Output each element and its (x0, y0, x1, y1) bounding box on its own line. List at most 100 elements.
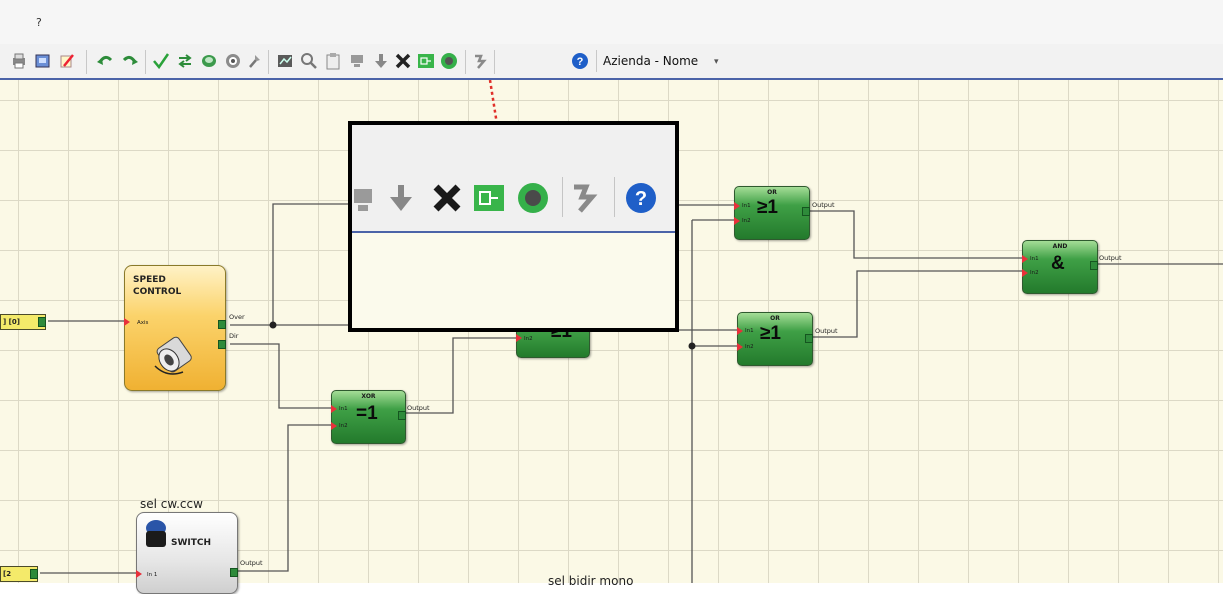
delete-icon[interactable] (394, 52, 412, 70)
speed-control-block[interactable]: SPEED CONTROL Axis (124, 265, 226, 391)
pin-axis-label: Axis (137, 320, 149, 326)
pin-output[interactable] (805, 334, 813, 343)
pin-in1[interactable] (734, 202, 740, 210)
pin-in1-label: In1 (742, 203, 751, 209)
or2-output-label: Output (815, 327, 838, 335)
pin-in2-label: In2 (745, 344, 754, 350)
axis-input-chip[interactable]: ] [0] (0, 314, 46, 330)
pin-in2[interactable] (734, 217, 740, 225)
zoom-icon[interactable] (300, 52, 318, 70)
or-gate-1[interactable]: OR In1 In2 ≥1 (734, 186, 810, 240)
pin-output[interactable] (398, 411, 406, 420)
tools-icon[interactable] (246, 52, 264, 70)
or-gate-2[interactable]: OR In1 In2 ≥1 (737, 312, 813, 366)
xor-output-label: Output (407, 404, 430, 412)
block-title: XOR (361, 393, 376, 400)
pushbutton-icon (146, 520, 166, 547)
or-symbol: ≥1 (757, 197, 778, 218)
block-title: OR (767, 189, 777, 196)
pin-axis[interactable] (124, 318, 130, 326)
wire-junction (688, 342, 696, 350)
zoom-help-icon: ? (626, 183, 656, 213)
switch-output-label: Output (240, 559, 263, 567)
switch-input-label: [2 (3, 570, 12, 578)
wire-junction (269, 321, 277, 329)
password-icon[interactable] (472, 52, 490, 70)
xor-symbol: =1 (356, 403, 378, 424)
disconnect-icon[interactable] (440, 52, 458, 70)
toolbar-separator (494, 50, 495, 74)
toolbar-separator (268, 50, 269, 74)
zoom-connect-plug-icon (474, 185, 504, 211)
pin-in2-label: In2 (742, 218, 751, 224)
speed-control-title: SPEED CONTROL (133, 275, 182, 297)
pin-output[interactable] (802, 207, 810, 216)
connect-plug-icon[interactable] (417, 52, 435, 70)
zoom-download-icon (390, 185, 412, 211)
pin-in2[interactable] (516, 334, 522, 342)
pin-in2-label: In2 (1030, 270, 1039, 276)
download-icon[interactable] (372, 52, 390, 70)
and-output-label: Output (1099, 254, 1122, 262)
configure-icon[interactable] (200, 52, 218, 70)
toolbar-zoom-callout: ? (348, 121, 679, 332)
pin-over[interactable] (218, 320, 226, 329)
or-symbol: ≥1 (760, 323, 781, 344)
chip-output-pin[interactable] (38, 317, 46, 327)
pin-in2[interactable] (1022, 269, 1028, 277)
svg-text:?: ? (577, 56, 584, 68)
zoom-upload-icon (354, 189, 372, 211)
pin-in2[interactable] (331, 422, 337, 430)
xor-gate[interactable]: XOR In1 In2 =1 (331, 390, 406, 444)
pin-dir[interactable] (218, 340, 226, 349)
svg-text:?: ? (635, 188, 647, 210)
zoom-separator (562, 177, 563, 217)
monitor-icon[interactable] (224, 52, 242, 70)
dir-label: Dir (229, 332, 239, 340)
axis-input-label: ] [0] (3, 318, 20, 326)
undo-icon[interactable] (96, 52, 114, 70)
and-symbol: & (1051, 253, 1065, 274)
and-gate[interactable]: AND In1 In2 & (1022, 240, 1098, 294)
or1-output-label: Output (812, 201, 835, 209)
upload-icon[interactable] (348, 52, 366, 70)
block-title: AND (1052, 243, 1068, 250)
pin-in1-label: In1 (745, 328, 754, 334)
help-icon[interactable]: ? (571, 52, 589, 70)
zoom-separator (614, 177, 615, 217)
report-icon[interactable] (276, 52, 294, 70)
pin-output[interactable] (230, 568, 238, 577)
dropdown-chevron-icon[interactable]: ▾ (714, 57, 719, 67)
pin-in1[interactable] (737, 327, 743, 335)
print-preview-icon[interactable] (34, 52, 52, 70)
pin-output[interactable] (1090, 261, 1098, 270)
toolbar-separator (465, 50, 466, 74)
company-name-field[interactable]: Azienda - Nome (596, 50, 704, 72)
pin-in2-label: In2 (339, 423, 348, 429)
switch-block[interactable]: SWITCH In 1 (136, 512, 238, 594)
properties-icon[interactable] (58, 52, 76, 70)
clipboard-icon[interactable] (324, 52, 342, 70)
menu-bar: ? (0, 0, 1223, 44)
toolbar-separator (145, 50, 146, 74)
pin-in2-label: In2 (524, 336, 533, 342)
menu-help[interactable]: ? (36, 16, 42, 29)
chip-output-pin[interactable] (30, 569, 38, 579)
pin-in1[interactable] (331, 405, 337, 413)
redo-icon[interactable] (121, 52, 139, 70)
connect-icon[interactable] (176, 52, 194, 70)
pin-in1[interactable] (1022, 255, 1028, 263)
pin-in1-label: In1 (1030, 256, 1039, 262)
printer-icon[interactable] (10, 52, 28, 70)
bottom-label: sel bidir mono (548, 574, 634, 588)
pin-in1[interactable] (136, 570, 142, 578)
switch-name-label: sel cw.ccw (140, 497, 203, 511)
switch-input-chip[interactable]: [2 (0, 566, 38, 582)
toolbar-separator (86, 50, 87, 74)
zoom-disconnect-icon (518, 183, 548, 213)
pin-in2[interactable] (737, 343, 743, 351)
over-label: Over (229, 313, 245, 321)
validate-icon[interactable] (152, 52, 170, 70)
zoomed-toolbar: ? (352, 125, 675, 233)
switch-title: SWITCH (171, 538, 212, 548)
